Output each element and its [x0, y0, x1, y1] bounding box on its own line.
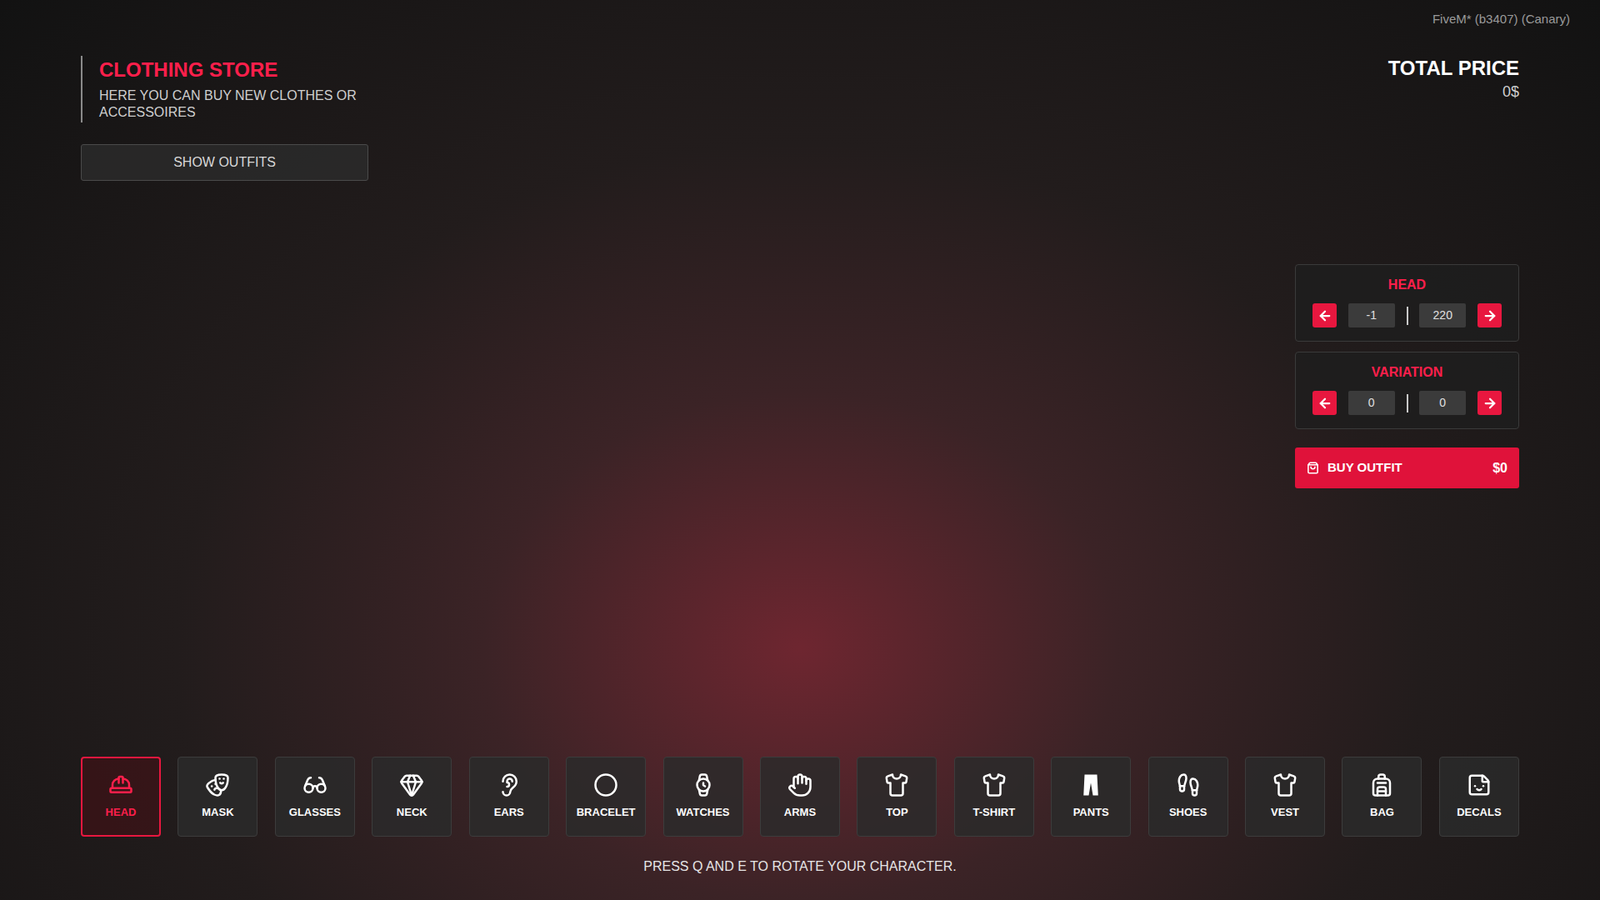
next-button[interactable] — [1477, 303, 1502, 328]
category-button[interactable]: BRACELET — [565, 756, 646, 837]
selector-column: HEAD -1 220 VARIATION 00 BUY OUTFIT $0 — [1295, 264, 1520, 757]
category-button[interactable]: HEAD — [80, 756, 161, 837]
previous-button[interactable] — [1312, 390, 1337, 415]
category-label: EARS — [494, 804, 525, 821]
glove-icon — [787, 772, 813, 798]
top-row: CLOTHING STORE HERE YOU CAN BUY NEW CLOTH… — [80, 55, 1520, 181]
category-label: HEAD — [105, 804, 137, 821]
category-button[interactable]: DECALS — [1439, 756, 1520, 837]
category-label: SHOES — [1169, 804, 1208, 821]
category-label: GLASSES — [289, 804, 341, 821]
value-divider — [1406, 306, 1409, 325]
category-label: TOP — [885, 804, 909, 821]
mask-icon — [205, 772, 230, 798]
category-label: BRACELET — [576, 804, 636, 821]
category-label: MASK — [201, 804, 234, 821]
category-button[interactable]: BAG — [1341, 756, 1422, 837]
value-divider — [1406, 394, 1409, 413]
category-label: ARMS — [784, 804, 816, 821]
pants-icon — [1078, 772, 1104, 798]
bracelet-icon — [593, 772, 619, 798]
category-label: PANTS — [1073, 804, 1110, 821]
arrow-right-icon — [1482, 308, 1498, 324]
category-button[interactable]: SHOES — [1148, 756, 1229, 837]
selector-row: -1 220 — [1295, 303, 1519, 328]
category-button[interactable]: VEST — [1245, 756, 1325, 837]
arrow-left-icon — [1317, 395, 1333, 411]
middle-area: HEAD -1 220 VARIATION 00 BUY OUTFIT $0 — [80, 180, 1520, 757]
category-label: NECK — [396, 804, 428, 821]
glasses-icon — [302, 772, 328, 798]
bag-icon — [1306, 461, 1320, 475]
next-button[interactable] — [1477, 390, 1502, 415]
decal-icon — [1466, 772, 1492, 798]
arrow-right-icon — [1482, 395, 1498, 411]
category-button[interactable]: EARS — [469, 756, 550, 837]
necklace-icon — [399, 772, 425, 798]
arrow-left-icon — [1317, 308, 1333, 324]
rotate-hint: PRESS Q AND E TO ROTATE YOUR CHARACTER. — [80, 856, 1520, 877]
total-price: TOTAL PRICE0$ — [1388, 55, 1520, 104]
category-label: WATCHES — [676, 804, 730, 821]
selector-panel: VARIATION 00 — [1295, 351, 1520, 430]
current-value[interactable]: -1 — [1348, 303, 1395, 328]
selector-panel: HEAD -1 220 — [1295, 264, 1520, 342]
store-subtitle: HERE YOU CAN BUY NEW CLOTHES OR ACCESSOI… — [99, 87, 375, 121]
category-button[interactable]: WATCHES — [663, 756, 744, 837]
current-value[interactable]: 0 — [1348, 390, 1395, 415]
pants-icon — [1078, 772, 1104, 798]
category-label: BAG — [1370, 804, 1395, 821]
category-button[interactable]: GLASSES — [275, 756, 355, 837]
max-value: 0 — [1419, 390, 1466, 415]
store-title: CLOTHING STORE — [99, 57, 375, 83]
category-button[interactable]: ARMS — [760, 756, 840, 837]
previous-button[interactable] — [1312, 303, 1337, 328]
category-button[interactable]: TOP — [856, 756, 937, 837]
build-info: FiveM* (b3407) (Canary) — [1432, 10, 1570, 30]
category-button[interactable]: MASK — [177, 756, 258, 837]
vest-icon — [1272, 772, 1298, 798]
category-label: T-SHIRT — [973, 804, 1016, 821]
ear-icon — [496, 772, 522, 798]
total-price-value: 0$ — [1502, 80, 1520, 104]
shoe-icon — [1175, 772, 1201, 798]
buy-outfit-price: $0 — [1492, 458, 1508, 479]
jacket-icon — [884, 772, 910, 798]
bag-icon — [1369, 772, 1395, 798]
category-bar: HEAD MASK GLASSES NECK EARS BRACELET WATCHES AR… — [80, 756, 1520, 837]
tshirt-icon — [981, 772, 1007, 798]
buy-outfit-button[interactable]: BUY OUTFIT $0 — [1295, 447, 1520, 489]
selector-label: VARIATION — [1371, 362, 1444, 383]
buy-outfit-label: BUY OUTFIT — [1327, 458, 1403, 478]
category-button[interactable]: NECK — [371, 756, 452, 837]
selector-row: 00 — [1295, 390, 1519, 415]
category-label: VEST — [1270, 804, 1300, 821]
hat-icon — [108, 772, 134, 798]
total-price-label: TOTAL PRICE — [1388, 55, 1520, 81]
category-button[interactable]: T-SHIRT — [954, 756, 1035, 837]
watch-icon — [690, 772, 716, 798]
category-button[interactable]: PANTS — [1050, 756, 1131, 837]
show-outfits-button[interactable]: SHOW OUTFITS — [80, 144, 369, 181]
store-header: CLOTHING STORE HERE YOU CAN BUY NEW CLOTH… — [80, 55, 375, 181]
max-value: 220 — [1419, 303, 1466, 328]
clothing-store-screen: FiveM* (b3407) (Canary) CLOTHING STORE HER… — [0, 0, 1600, 900]
category-label: DECALS — [1456, 804, 1501, 821]
selector-label: HEAD — [1388, 275, 1426, 295]
